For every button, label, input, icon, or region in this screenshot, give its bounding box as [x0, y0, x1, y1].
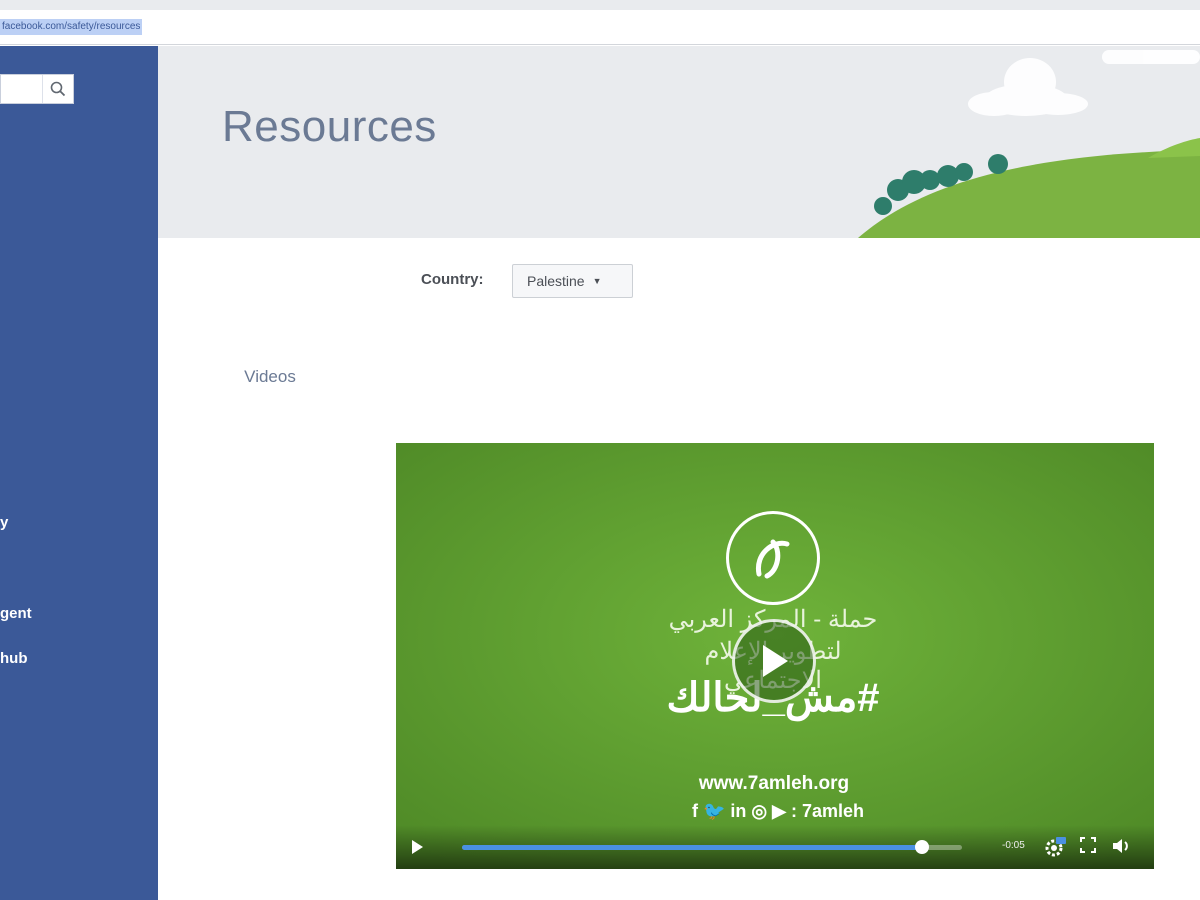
- play-button[interactable]: [410, 839, 424, 860]
- sidebar-item-agent[interactable]: gent: [0, 605, 32, 622]
- progress-knob[interactable]: [915, 840, 929, 854]
- search-button[interactable]: [42, 75, 73, 103]
- country-label: Country:: [421, 271, 484, 288]
- header-banner: Resources: [158, 46, 1200, 238]
- fullscreen-icon: [1080, 837, 1096, 853]
- country-value: Palestine: [527, 273, 585, 289]
- fullscreen-button[interactable]: [1080, 837, 1096, 858]
- tab-videos[interactable]: Videos: [220, 354, 320, 400]
- country-dropdown[interactable]: Palestine ▼: [512, 264, 633, 298]
- video-player[interactable]: حملة - المركز العربي لتطوير الإعلام الاج…: [396, 443, 1154, 869]
- hd-settings-button[interactable]: [1044, 837, 1066, 862]
- page-title: Resources: [222, 102, 437, 151]
- video-social-handle: f 🐦 in ◎ ▶ : 7amleh: [692, 801, 864, 821]
- search-input[interactable]: [1, 75, 41, 103]
- time-remaining: -0:05: [1002, 840, 1025, 851]
- gear-icon: [1045, 837, 1066, 857]
- progress-fill: [462, 845, 922, 850]
- video-controls: -0:05: [396, 825, 1154, 869]
- logo-icon: [755, 539, 790, 579]
- play-icon: [763, 645, 788, 677]
- play-icon: [412, 840, 423, 854]
- play-overlay-button[interactable]: [732, 619, 816, 703]
- chevron-down-icon: ▼: [592, 276, 602, 286]
- volume-button[interactable]: [1112, 837, 1132, 860]
- progress-bar[interactable]: [462, 840, 962, 854]
- 7amleh-logo: [726, 511, 820, 605]
- search-icon: [50, 81, 66, 97]
- url-text[interactable]: facebook.com/safety/resources: [0, 19, 143, 35]
- browser-top-strip: [0, 0, 1200, 10]
- sidebar: y gent hub: [0, 46, 158, 900]
- address-bar[interactable]: facebook.com/safety/resources: [0, 10, 1200, 45]
- volume-icon: [1113, 839, 1128, 853]
- sidebar-item-hub[interactable]: hub: [0, 650, 28, 667]
- tab-videos-label: Videos: [244, 367, 296, 386]
- search-box[interactable]: [0, 74, 74, 104]
- video-site-url: www.7amleh.org: [698, 773, 850, 794]
- sidebar-item-safety[interactable]: y: [0, 514, 8, 531]
